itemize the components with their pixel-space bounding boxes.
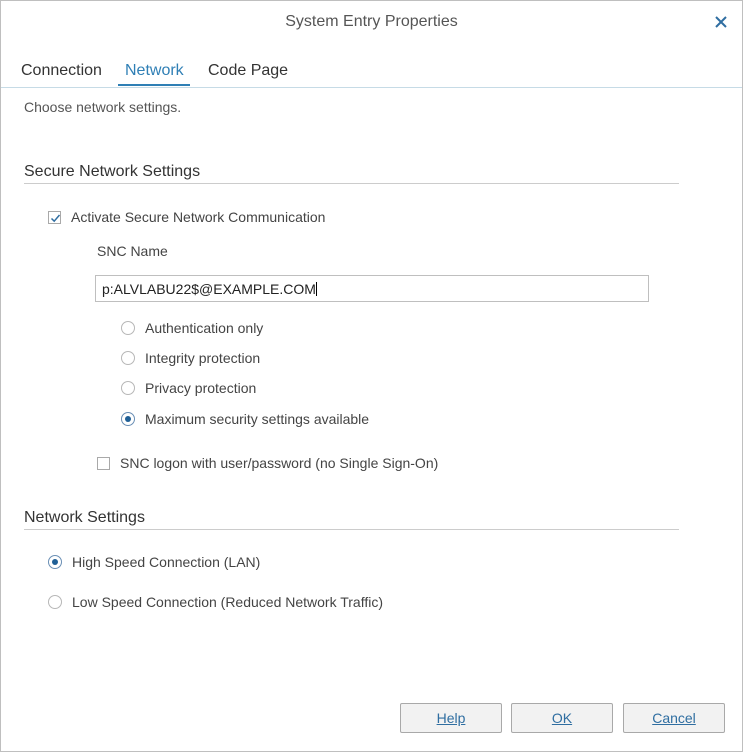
tab-code-page[interactable]: Code Page — [208, 62, 288, 80]
dialog-title: System Entry Properties — [285, 13, 458, 30]
text-cursor — [315, 282, 317, 296]
snc-name-input[interactable]: p:ALVLABU22$@EXAMPLE.COM — [95, 275, 649, 302]
system-entry-properties-dialog: System Entry Properties Connection Netwo… — [0, 0, 743, 752]
radio-label-privacy-protection: Privacy protection — [145, 380, 257, 396]
snc-logon-label: SNC logon with user/password (no Single … — [120, 455, 439, 471]
network-settings-heading: Network Settings — [24, 509, 145, 526]
radio-integrity-protection[interactable] — [121, 351, 135, 365]
secure-network-settings-heading: Secure Network Settings — [24, 163, 201, 180]
ok-button[interactable]: OK — [511, 703, 613, 733]
active-tab-indicator — [118, 84, 190, 86]
radio-label-authentication-only: Authentication only — [145, 320, 264, 336]
ok-button-label: OK — [551, 710, 573, 726]
title-bar: System Entry Properties — [1, 1, 742, 45]
radio-authentication-only[interactable] — [121, 321, 135, 335]
help-button[interactable]: Help — [400, 703, 502, 733]
snc-name-label: SNC Name — [97, 243, 168, 259]
radio-low-speed[interactable] — [48, 595, 62, 609]
help-button-label: Help — [436, 710, 466, 726]
radio-high-speed-lan[interactable] — [48, 555, 62, 569]
radio-maximum-security[interactable] — [121, 412, 135, 426]
section-divider — [24, 183, 679, 184]
cancel-button[interactable]: Cancel — [623, 703, 725, 733]
tab-bar: Connection Network Code Page — [1, 57, 742, 88]
radio-label-low-speed: Low Speed Connection (Reduced Network Tr… — [72, 594, 384, 610]
radio-label-integrity-protection: Integrity protection — [145, 350, 261, 366]
snc-logon-checkbox[interactable] — [97, 457, 110, 470]
tab-connection[interactable]: Connection — [21, 62, 102, 80]
radio-privacy-protection[interactable] — [121, 381, 135, 395]
radio-label-high-speed-lan: High Speed Connection (LAN) — [72, 554, 261, 570]
close-icon[interactable] — [712, 13, 730, 31]
section-divider — [24, 529, 679, 530]
activate-snc-checkbox[interactable] — [48, 211, 61, 224]
radio-label-maximum-security: Maximum security settings available — [145, 411, 370, 427]
checkmark-icon — [50, 214, 61, 223]
snc-name-value: p:ALVLABU22$@EXAMPLE.COM — [102, 281, 316, 297]
page-description: Choose network settings. — [24, 99, 182, 115]
activate-snc-label: Activate Secure Network Communication — [71, 209, 326, 225]
cancel-button-label: Cancel — [652, 710, 696, 726]
tab-network[interactable]: Network — [125, 62, 184, 80]
